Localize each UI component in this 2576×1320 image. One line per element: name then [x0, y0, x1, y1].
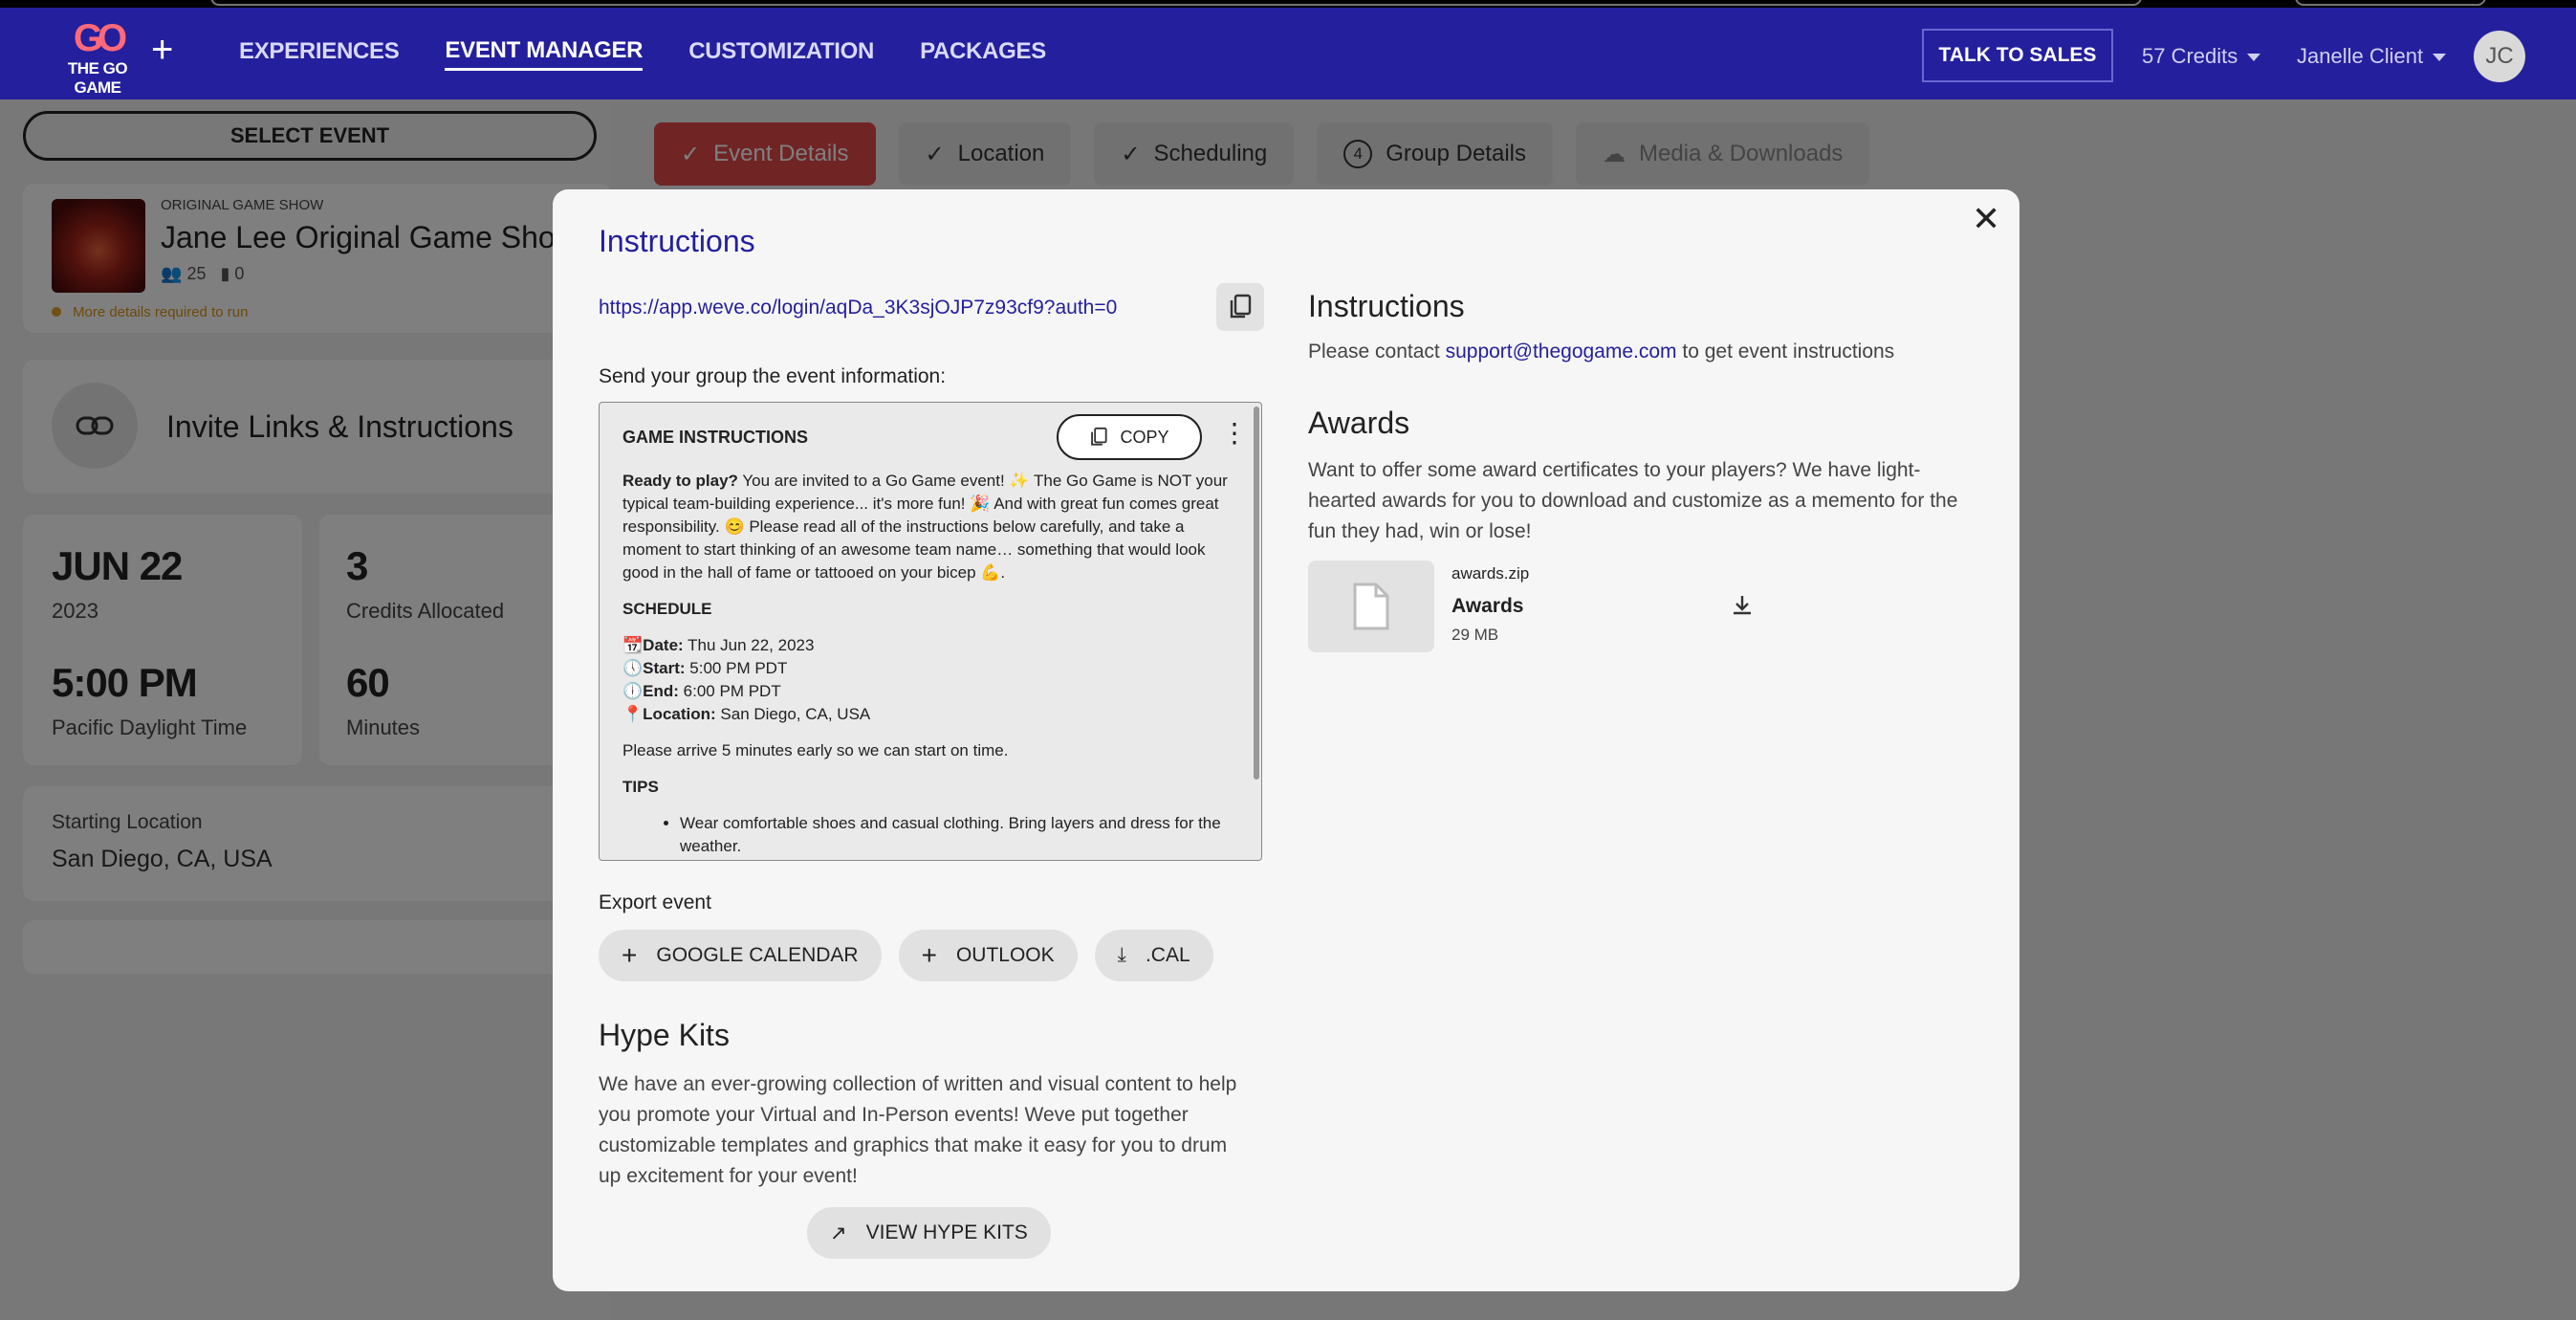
intro-paragraph: Ready to play? You are invited to a Go G…: [622, 470, 1244, 584]
support-email-link[interactable]: support@thegogame.com: [1446, 341, 1677, 363]
chevron-down-icon: [2433, 54, 2447, 62]
copy-label: COPY: [1120, 427, 1169, 447]
calendar-icon: 📆: [622, 636, 644, 654]
tips-list: Wear comfortable shoes and casual clothi…: [680, 812, 1244, 858]
tips-heading: TIPS: [622, 778, 659, 796]
button-label: OUTLOOK: [955, 944, 1055, 966]
schedule-heading: SCHEDULE: [622, 600, 712, 618]
date-value: Thu Jun 22, 2023: [683, 636, 815, 654]
top-nav: GO THE GO GAME + EXPERIENCES EVENT MANAG…: [0, 8, 2576, 99]
button-label: .CAL: [1145, 944, 1190, 966]
button-label: GOOGLE CALENDAR: [656, 944, 859, 966]
contact-text: Please contact support@thegogame.com to …: [1308, 341, 1894, 363]
avatar[interactable]: JC: [2474, 31, 2525, 82]
copy-icon: [1091, 427, 1108, 446]
plus-icon[interactable]: +: [151, 31, 173, 69]
intro-bold: Ready to play?: [622, 472, 738, 490]
schedule-end: 🕕End: 6:00 PM PDT: [622, 680, 1244, 703]
export-label: Export event: [599, 891, 711, 913]
tip-item: Wear comfortable shoes and casual clothi…: [680, 812, 1244, 858]
location-value: San Diego, CA, USA: [715, 705, 871, 723]
schedule-date: 📆Date: Thu Jun 22, 2023: [622, 634, 1244, 657]
file-icon: [1308, 561, 1434, 652]
hype-kits-title: Hype Kits: [599, 1018, 730, 1052]
file-size: 29 MB: [1452, 626, 1499, 644]
nav-packages[interactable]: PACKAGES: [920, 38, 1046, 69]
start-value: 5:00 PM PDT: [685, 659, 788, 677]
start-label: Start:: [643, 659, 686, 677]
google-calendar-button[interactable]: + GOOGLE CALENDAR: [599, 930, 882, 981]
invite-link[interactable]: https://app.weve.co/login/aqDa_3K3sjOJP7…: [599, 297, 1117, 319]
end-value: 6:00 PM PDT: [678, 682, 781, 700]
user-dropdown[interactable]: Janelle Client: [2297, 44, 2447, 69]
arrive-text: Please arrive 5 minutes early so we can …: [622, 741, 1009, 759]
modal-title: Instructions: [599, 224, 755, 258]
chevron-down-icon: [2247, 54, 2261, 62]
clock-icon: 🕔: [622, 659, 644, 677]
export-buttons: + GOOGLE CALENDAR + OUTLOOK ⤓ .CAL: [599, 930, 1213, 981]
file-name: awards.zip: [1452, 564, 1530, 583]
logo[interactable]: GO THE GO GAME: [44, 17, 151, 97]
talk-to-sales-button[interactable]: TALK TO SALES: [1922, 29, 2113, 82]
schedule-location: 📍Location: San Diego, CA, USA: [622, 703, 1244, 726]
browser-top-strip: [0, 0, 2576, 8]
credits-label: 57 Credits: [2142, 44, 2238, 68]
more-vert-icon[interactable]: ⋮: [1221, 420, 1248, 447]
nav-customization[interactable]: CUSTOMIZATION: [688, 38, 874, 69]
download-icon[interactable]: [1731, 593, 1754, 621]
ical-button[interactable]: ⤓ .CAL: [1094, 930, 1213, 981]
send-label: Send your group the event information:: [599, 365, 947, 387]
copy-button[interactable]: COPY: [1057, 414, 1202, 460]
logo-icon: GO: [73, 17, 127, 59]
close-icon[interactable]: ✕: [1972, 199, 2000, 239]
file-title: Awards: [1452, 595, 1524, 617]
browser-control: [2295, 0, 2486, 6]
button-label: VIEW HYPE KITS: [865, 1221, 1028, 1243]
copy-link-button[interactable]: [1216, 283, 1264, 331]
download-icon: ⤓: [1117, 944, 1126, 966]
user-name: Janelle Client: [2297, 44, 2424, 68]
instructions-modal: ✕ Instructions https://app.weve.co/login…: [553, 189, 2019, 1291]
nav-event-manager[interactable]: EVENT MANAGER: [445, 37, 644, 71]
contact-pre: Please contact: [1308, 341, 1446, 363]
plus-icon: +: [921, 940, 937, 970]
hype-kits-description: We have an ever-growing collection of wr…: [599, 1073, 1237, 1187]
pin-icon: 📍: [622, 705, 644, 723]
outlook-button[interactable]: + OUTLOOK: [898, 930, 1078, 981]
location-label: Location:: [643, 705, 716, 723]
external-link-icon: ↗: [830, 1221, 847, 1244]
clock-icon: 🕕: [622, 682, 644, 700]
credits-dropdown[interactable]: 57 Credits: [2142, 44, 2261, 69]
nav-experiences[interactable]: EXPERIENCES: [239, 38, 400, 69]
instructions-box[interactable]: GAME INSTRUCTIONS COPY ⋮ Ready to play? …: [599, 402, 1262, 861]
scrollbar[interactable]: [1254, 407, 1259, 780]
plus-icon: +: [622, 940, 638, 970]
schedule-start: 🕔Start: 5:00 PM PDT: [622, 657, 1244, 680]
end-label: End:: [643, 682, 679, 700]
instructions-body: Ready to play? You are invited to a Go G…: [622, 470, 1244, 858]
address-bar: [210, 0, 2142, 6]
right-instructions-title: Instructions: [1308, 289, 1465, 323]
logo-text: THE GO GAME: [67, 59, 128, 97]
instructions-heading: GAME INSTRUCTIONS: [622, 428, 809, 447]
awards-title: Awards: [1308, 406, 1410, 440]
awards-description: Want to offer some award certificates to…: [1308, 459, 1958, 542]
date-label: Date:: [643, 636, 684, 654]
view-hype-kits-button[interactable]: ↗ VIEW HYPE KITS: [807, 1207, 1051, 1259]
app-root: GO THE GO GAME + EXPERIENCES EVENT MANAG…: [0, 8, 2576, 1320]
contact-post: to get event instructions: [1676, 341, 1895, 363]
nav-links: EXPERIENCES EVENT MANAGER CUSTOMIZATION …: [239, 8, 1046, 99]
copy-icon: [1230, 294, 1252, 319]
